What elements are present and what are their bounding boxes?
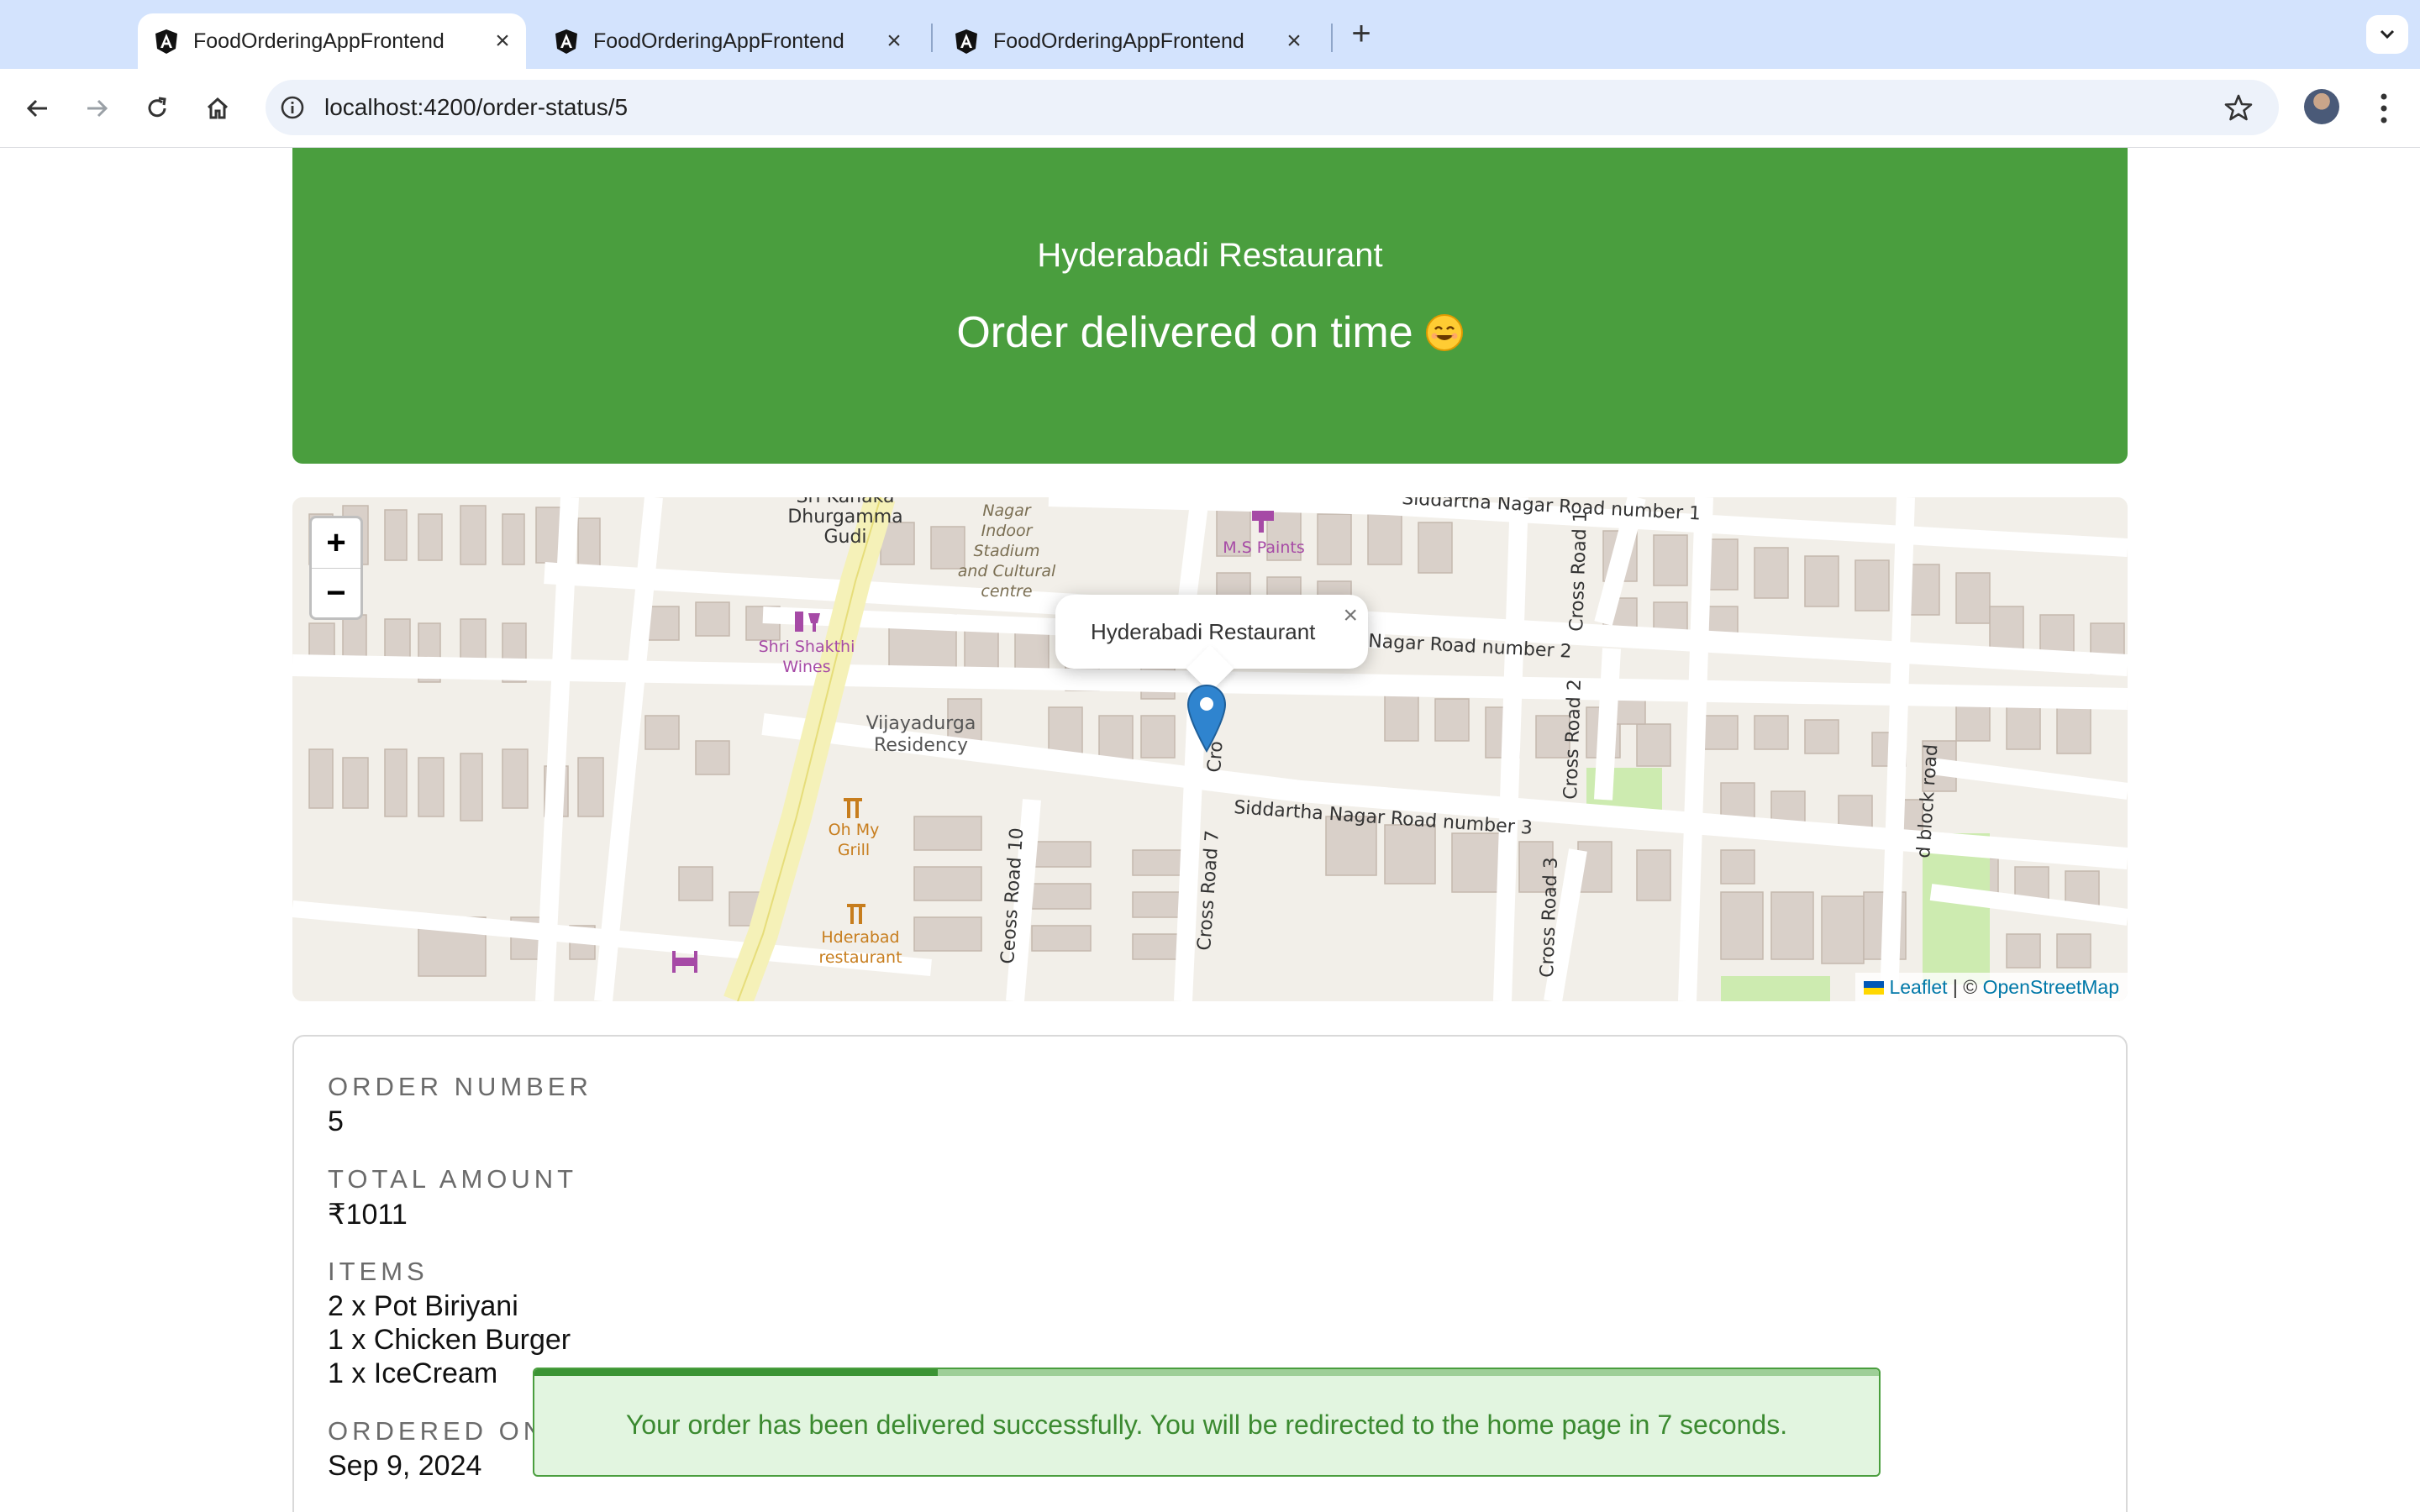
site-info-icon[interactable]: [279, 94, 306, 121]
order-status-heading: Order delivered on time: [292, 307, 2128, 358]
tab-close-icon[interactable]: ×: [1279, 26, 1309, 56]
ordered-on-value: Sep 9, 2024: [328, 1450, 482, 1482]
map-poi-label: Residency: [874, 735, 968, 756]
map-poi-label: Gudi: [823, 527, 866, 548]
back-button[interactable]: [18, 89, 57, 128]
redirect-progress-track: [534, 1369, 1879, 1376]
zoom-in-button[interactable]: +: [312, 518, 360, 568]
tab-title: FoodOrderingAppFrontend: [593, 29, 844, 53]
order-item: 1 x IceCream: [328, 1357, 498, 1389]
angular-favicon-icon: [555, 29, 577, 54]
chevron-down-icon: [2380, 29, 2395, 39]
ordered-on-label: ORDERED ON: [328, 1416, 547, 1446]
zoom-control: + −: [309, 516, 363, 620]
map-poi-label: Shri Shakthi: [759, 638, 855, 656]
map-poi-label: Oh My: [829, 821, 880, 839]
total-amount-value: ₹1011: [328, 1199, 408, 1231]
ukraine-flag-icon: [1864, 981, 1885, 995]
popup-text: Hyderabadi Restaurant: [1091, 619, 1316, 644]
map-attribution: Leaflet | © OpenStreetMap: [1855, 973, 2128, 1001]
redirect-progress-bar: [534, 1369, 938, 1376]
map-poi-label: centre: [981, 582, 1032, 601]
order-status-banner: Hyderabadi Restaurant Order delivered on…: [292, 148, 2128, 464]
forward-button[interactable]: [77, 89, 116, 128]
popup-close-icon[interactable]: ×: [1343, 601, 1358, 630]
angular-favicon-icon: [155, 29, 177, 54]
map-poi-label: restaurant: [818, 948, 902, 967]
profile-avatar[interactable]: [2304, 89, 2339, 124]
map-poi-label: and Cultural: [958, 562, 1056, 580]
back-arrow-icon: [26, 99, 47, 118]
forward-arrow-icon: [87, 99, 108, 118]
order-number-value: 5: [328, 1105, 344, 1137]
new-tab-button[interactable]: +: [1344, 17, 1378, 52]
map-road-label: Cross Road 3: [1537, 857, 1562, 978]
address-bar[interactable]: localhost:4200/order-status/5: [266, 80, 2279, 135]
openstreetmap-link[interactable]: OpenStreetMap: [1983, 976, 2119, 998]
tab-close-icon[interactable]: ×: [487, 26, 518, 56]
map-poi-label: Wines: [782, 658, 830, 676]
reload-button[interactable]: [138, 89, 176, 128]
map-road-label: Cross Road 1: [1566, 511, 1591, 632]
more-options-icon[interactable]: [2371, 89, 2396, 128]
browser-toolbar: localhost:4200/order-status/5: [0, 69, 2420, 148]
attribution-separator: | ©: [1952, 976, 1978, 998]
tab-strip: FoodOrderingAppFrontend × FoodOrderingAp…: [0, 0, 2420, 69]
leaflet-link[interactable]: Leaflet: [1889, 976, 1947, 998]
tab-close-icon[interactable]: ×: [879, 26, 909, 56]
bookmark-star-icon[interactable]: [2223, 92, 2254, 123]
tab-search-button[interactable]: [2366, 15, 2408, 54]
map-poi-label: M.S Paints: [1223, 538, 1304, 557]
zoom-out-button[interactable]: −: [312, 568, 360, 617]
map-poi-label: Dhurgamma: [787, 507, 902, 528]
total-amount-label: TOTAL AMOUNT: [328, 1164, 578, 1194]
order-status-text: Order delivered on time: [956, 308, 1413, 357]
tab-separator: [1331, 24, 1333, 52]
order-item: 1 x Chicken Burger: [328, 1324, 571, 1356]
order-item: 2 x Pot Biriyani: [328, 1290, 518, 1322]
home-button[interactable]: [198, 89, 237, 128]
map-poi-label: Grill: [838, 841, 870, 859]
browser-tab-3[interactable]: FoodOrderingAppFrontend ×: [938, 13, 1318, 69]
home-icon: [207, 97, 229, 119]
smile-icon: [1425, 314, 1463, 351]
url-text[interactable]: localhost:4200/order-status/5: [324, 94, 628, 121]
map-marker-icon[interactable]: [1186, 684, 1228, 753]
map-popup: Hyderabadi Restaurant ×: [1055, 595, 1368, 693]
angular-favicon-icon: [955, 29, 977, 54]
tab-title: FoodOrderingAppFrontend: [993, 29, 1244, 53]
browser-tab-1[interactable]: FoodOrderingAppFrontend ×: [138, 13, 526, 69]
reload-icon: [148, 97, 166, 118]
restaurant-name: Hyderabadi Restaurant: [1037, 237, 1383, 274]
map-poi-label: Stadium: [973, 542, 1039, 560]
map-poi-label: Vijayadurga: [866, 713, 976, 734]
toast-message: Your order has been delivered successful…: [625, 1410, 1788, 1440]
items-label: ITEMS: [328, 1257, 429, 1286]
map-poi-label: Nagar: [982, 501, 1032, 520]
map-poi-label: Indoor: [981, 522, 1034, 540]
map-road-label: Cross Road 2: [1560, 679, 1586, 800]
tab-title: FoodOrderingAppFrontend: [193, 29, 445, 53]
success-toast: Your order has been delivered successful…: [533, 1368, 1881, 1477]
browser-tab-2[interactable]: FoodOrderingAppFrontend ×: [538, 13, 918, 69]
delivery-map[interactable]: Siddartha Nagar Road number 1 Nagar Road…: [292, 497, 2128, 1001]
map-poi-label: Hderabad: [821, 928, 899, 947]
order-number-label: ORDER NUMBER: [328, 1072, 592, 1101]
tab-separator: [931, 24, 933, 52]
